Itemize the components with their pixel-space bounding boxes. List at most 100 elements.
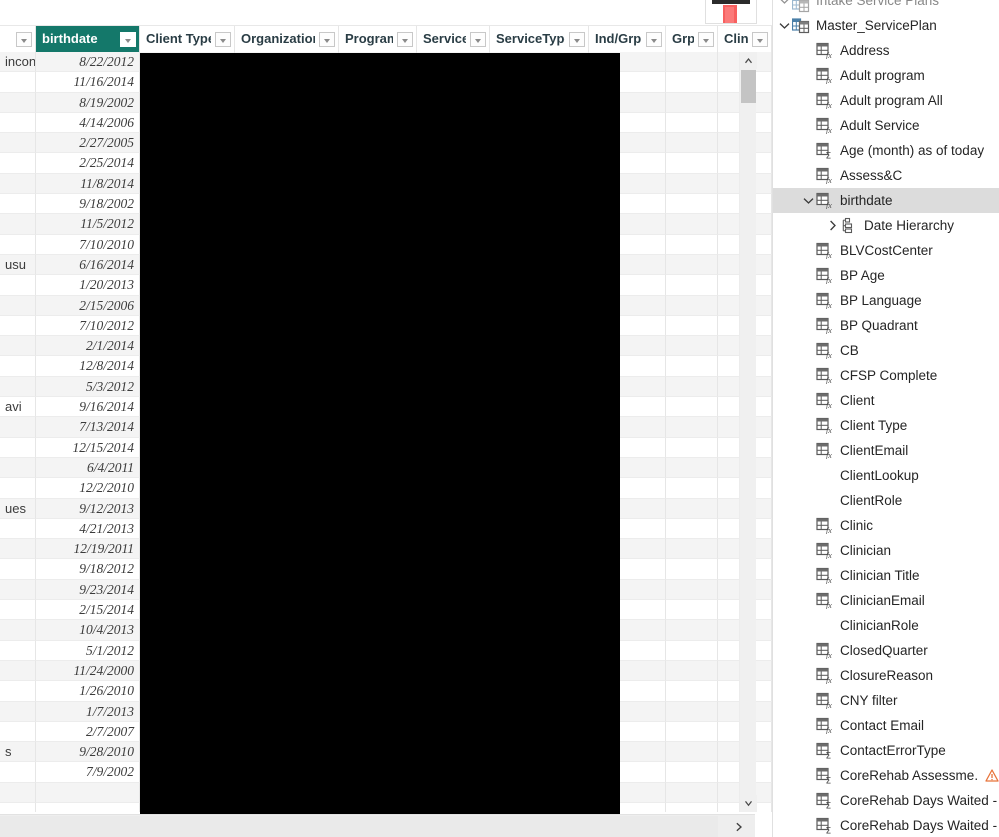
cell-grp[interactable]: [666, 214, 718, 235]
filter-dropdown-icon[interactable]: [319, 31, 335, 47]
field-item-closedquarter[interactable]: fx ClosedQuarter: [773, 638, 999, 663]
field-item-bp-age[interactable]: fx BP Age: [773, 263, 999, 288]
cell-row-name[interactable]: usu: [0, 254, 36, 276]
field-item-corerehab-assessme[interactable]: Σ CoreRehab Assessme...: [773, 763, 999, 788]
cell-row-name[interactable]: [0, 600, 36, 621]
cell-row-name[interactable]: [0, 356, 36, 377]
cell-grp[interactable]: [666, 640, 718, 661]
cell-row-name[interactable]: [0, 112, 36, 134]
cell-birthdate[interactable]: 9/16/2014: [36, 397, 140, 418]
cell-birthdate[interactable]: 9/18/2002: [36, 194, 140, 215]
cell-row-name[interactable]: [0, 275, 36, 296]
cell-grp[interactable]: [666, 600, 718, 621]
cell-birthdate[interactable]: 7/10/2012: [36, 315, 140, 337]
cell-row-name[interactable]: [0, 417, 36, 438]
cell-grp[interactable]: [666, 559, 718, 580]
cell-birthdate[interactable]: 2/7/2007: [36, 721, 140, 743]
field-item-intake-service-plans[interactable]: Intake Service Plans: [773, 0, 999, 13]
chevron-down-icon[interactable]: [777, 13, 792, 38]
cell-grp[interactable]: [666, 295, 718, 316]
cell-grp[interactable]: [666, 681, 718, 702]
cell-row-name[interactable]: [0, 701, 36, 722]
cell-birthdate[interactable]: 4/21/2013: [36, 518, 140, 540]
cell-birthdate[interactable]: 7/13/2014: [36, 417, 140, 438]
cell-birthdate[interactable]: 9/23/2014: [36, 579, 140, 601]
filter-dropdown-icon[interactable]: [698, 31, 714, 47]
chevron-down-icon[interactable]: [801, 188, 816, 213]
field-item-client[interactable]: fx Client: [773, 388, 999, 413]
field-item-clinic[interactable]: fx Clinic: [773, 513, 999, 538]
cell-row-name[interactable]: [0, 173, 36, 195]
cell-birthdate[interactable]: 5/3/2012: [36, 376, 140, 398]
field-item-corerehab-days-waited-initi[interactable]: Σ CoreRehab Days Waited - Initi...: [773, 788, 999, 813]
cell-birthdate[interactable]: 4/14/2006: [36, 112, 140, 134]
cell-row-name[interactable]: [0, 681, 36, 702]
cell-birthdate[interactable]: 6/16/2014: [36, 254, 140, 276]
cell-row-name[interactable]: [0, 762, 36, 783]
cell-grp[interactable]: [666, 518, 718, 540]
cell-grp[interactable]: [666, 437, 718, 458]
scroll-down-icon[interactable]: [740, 795, 757, 812]
field-item-clinicianrole[interactable]: ClinicianRole: [773, 613, 999, 638]
cell-grp[interactable]: [666, 701, 718, 722]
cell-row-name[interactable]: [0, 194, 36, 215]
cell-row-name[interactable]: [0, 640, 36, 661]
column-header-ind-grp[interactable]: Ind/Grp: [589, 26, 666, 52]
cell-birthdate[interactable]: 8/19/2002: [36, 92, 140, 113]
cell-grp[interactable]: [666, 315, 718, 337]
cell-grp[interactable]: [666, 194, 718, 215]
cell-row-name[interactable]: [0, 72, 36, 93]
field-item-clinician-title[interactable]: fx Clinician Title: [773, 563, 999, 588]
field-item-clientlookup[interactable]: ClientLookup: [773, 463, 999, 488]
cell-row-name[interactable]: [0, 660, 36, 682]
cell-grp[interactable]: [666, 457, 718, 479]
filter-dropdown-icon[interactable]: [752, 31, 768, 47]
cell-grp[interactable]: [666, 498, 718, 519]
cell-row-name[interactable]: [0, 153, 36, 174]
cell-row-name[interactable]: [0, 579, 36, 601]
cell-grp[interactable]: [666, 112, 718, 134]
cell-grp[interactable]: [666, 336, 718, 357]
filter-dropdown-icon[interactable]: [646, 31, 662, 47]
cell-row-name[interactable]: [0, 518, 36, 540]
cell-grp[interactable]: [666, 397, 718, 418]
cell-birthdate[interactable]: 7/9/2002: [36, 762, 140, 783]
filter-dropdown-icon[interactable]: [470, 31, 486, 47]
cell-birthdate[interactable]: 11/8/2014: [36, 173, 140, 195]
cell-grp[interactable]: [666, 72, 718, 93]
field-item-clientrole[interactable]: ClientRole: [773, 488, 999, 513]
filter-dropdown-icon[interactable]: [120, 31, 136, 47]
cell-row-name[interactable]: [0, 133, 36, 154]
cell-grp[interactable]: [666, 620, 718, 641]
field-item-bp-language[interactable]: fx BP Language: [773, 288, 999, 313]
field-item-master-serviceplan[interactable]: Master_ServicePlan: [773, 13, 999, 38]
filter-dropdown-icon[interactable]: [16, 31, 32, 47]
cell-grp[interactable]: [666, 802, 718, 812]
cell-birthdate[interactable]: 12/8/2014: [36, 356, 140, 377]
field-item-cny-filter[interactable]: fx CNY filter: [773, 688, 999, 713]
cell-grp[interactable]: [666, 133, 718, 154]
chevron-right-icon[interactable]: [825, 213, 840, 238]
cell-grp[interactable]: [666, 660, 718, 682]
cell-birthdate[interactable]: 9/12/2013: [36, 498, 140, 519]
cell-row-name[interactable]: [0, 315, 36, 337]
cell-grp[interactable]: [666, 782, 718, 803]
cell-birthdate[interactable]: 2/15/2014: [36, 600, 140, 621]
cell-birthdate[interactable]: 1/26/2010: [36, 681, 140, 702]
cell-grp[interactable]: [666, 721, 718, 743]
cell-birthdate[interactable]: 9/18/2012: [36, 559, 140, 580]
field-item-contacterrortype[interactable]: Σ ContactErrorType: [773, 738, 999, 763]
cell-birthdate[interactable]: 12/19/2011: [36, 539, 140, 560]
field-item-clientemail[interactable]: fx ClientEmail: [773, 438, 999, 463]
cell-row-name[interactable]: avi: [0, 397, 36, 418]
cell-grp[interactable]: [666, 153, 718, 174]
vertical-scroll-thumb[interactable]: [741, 70, 756, 103]
column-header-client-type[interactable]: Client Type: [140, 26, 235, 52]
field-item-closurereason[interactable]: fx ClosureReason: [773, 663, 999, 688]
column-header-service[interactable]: Service: [417, 26, 490, 52]
cell-grp[interactable]: [666, 742, 718, 763]
field-item-client-type[interactable]: fx Client Type: [773, 413, 999, 438]
column-header-clinic[interactable]: Clinic: [718, 26, 772, 52]
cell-row-name[interactable]: [0, 559, 36, 580]
cell-row-name[interactable]: [0, 802, 36, 812]
